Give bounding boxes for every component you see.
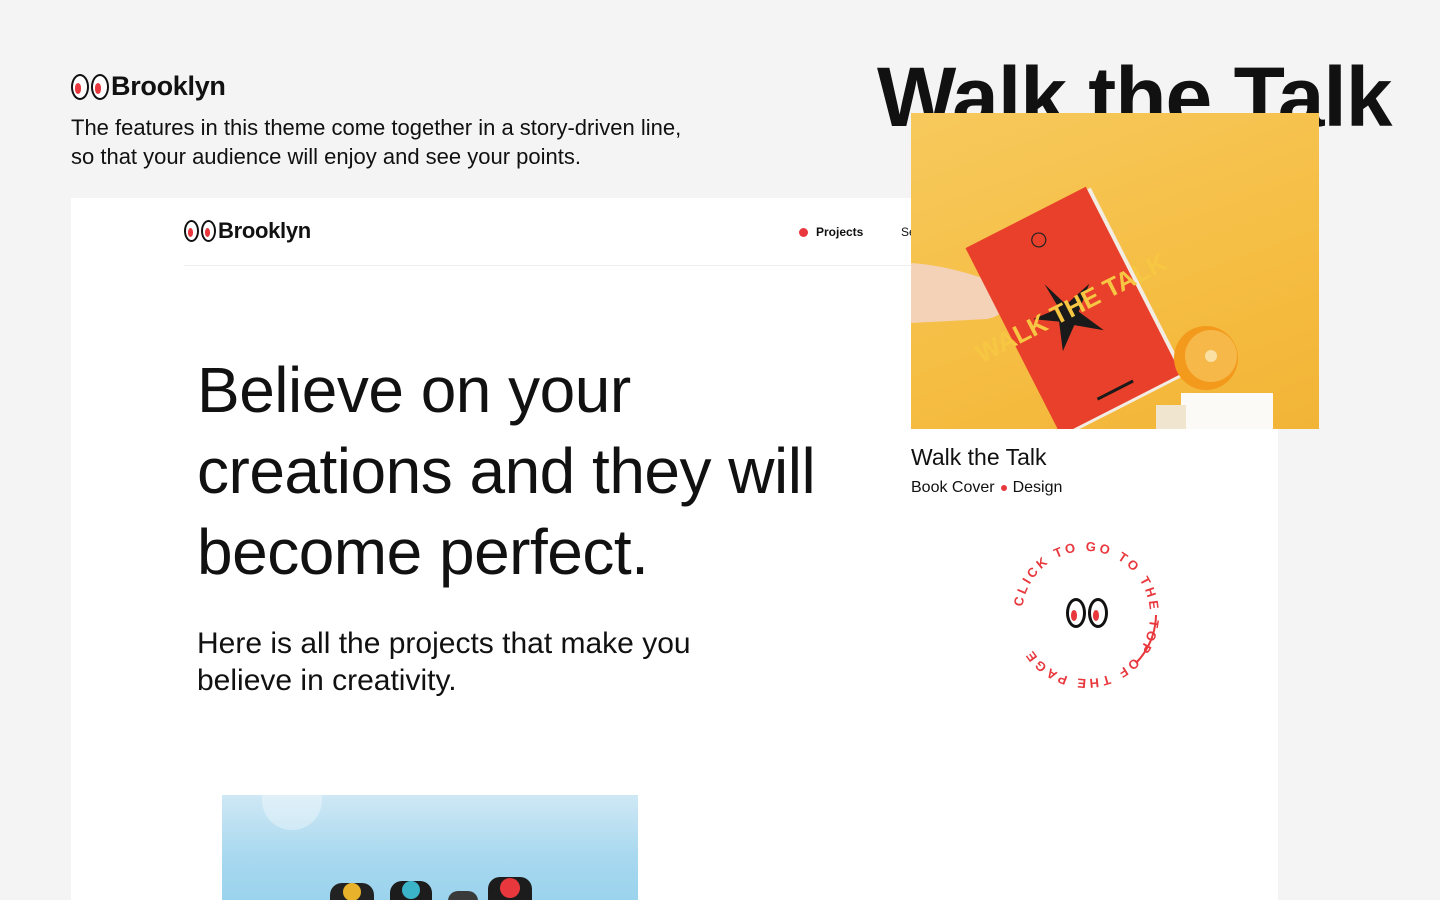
project-image[interactable] — [222, 795, 638, 900]
card-image[interactable]: WALK THE TALK — [911, 113, 1319, 429]
intro-text: The features in this theme come together… — [71, 113, 831, 171]
nav-item-second[interactable]: Se — [901, 225, 911, 239]
eyes-icon — [1066, 598, 1108, 628]
card-title[interactable]: Walk the Talk — [911, 444, 1047, 471]
intro-line-2: so that your audience will enjoy and see… — [71, 144, 581, 169]
separator-dot-icon — [1000, 485, 1007, 491]
cans-illustration — [262, 795, 532, 900]
card-meta: Book Cover Design — [911, 479, 1062, 497]
headline-line-3: become perfect. — [197, 516, 649, 588]
subline-line-2: believe in creativity. — [197, 664, 457, 697]
headline: Believe on your creations and they will … — [197, 350, 937, 593]
book-cover-photo: WALK THE TALK — [911, 186, 1273, 429]
nav-brand-name: Brooklyn — [218, 218, 311, 243]
nav-divider — [184, 265, 924, 266]
brand-name: Brooklyn — [111, 71, 226, 101]
nav-logo[interactable]: Brooklyn — [184, 218, 311, 244]
intro-line-1: The features in this theme come together… — [71, 115, 682, 140]
eyes-icon — [71, 73, 109, 100]
nav-item-projects[interactable]: Projects — [799, 225, 863, 239]
card-tag: Design — [1012, 479, 1063, 496]
headline-line-2: creations and they will — [197, 435, 816, 507]
nav-item-label: Projects — [816, 225, 864, 239]
active-dot-icon — [799, 227, 808, 237]
headline-line-1: Believe on your — [197, 354, 631, 426]
subline: Here is all the projects that make you b… — [197, 625, 797, 699]
eyes-icon — [184, 220, 216, 242]
subline-line-1: Here is all the projects that make you — [197, 627, 691, 660]
card-category: Book Cover — [911, 479, 995, 496]
brand-logo[interactable]: Brooklyn — [71, 71, 226, 102]
